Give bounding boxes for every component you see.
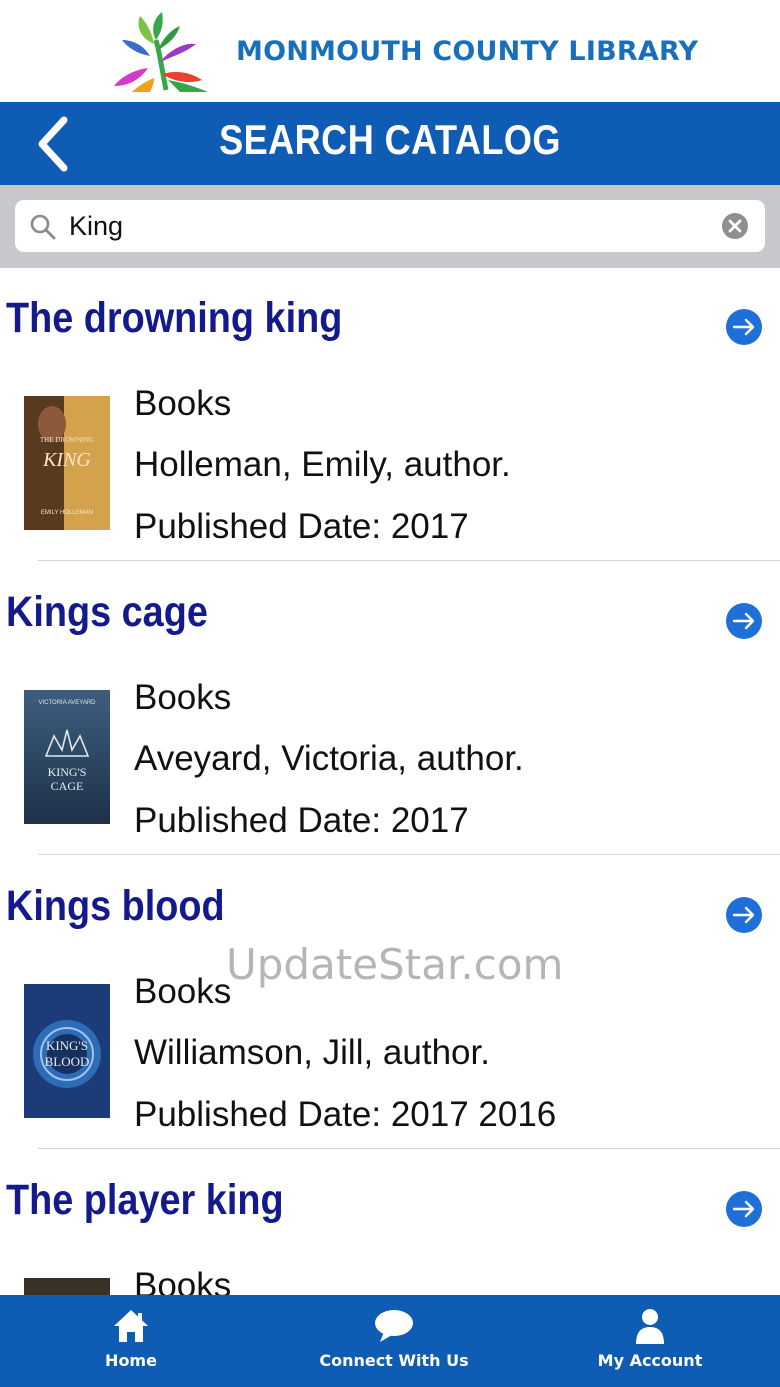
tab-account-label: My Account [597, 1351, 703, 1370]
result-format: Books [134, 384, 232, 423]
result-format: Books [134, 678, 232, 717]
library-name: MONMOUTH COUNTY LIBRARY [236, 36, 699, 67]
home-icon [114, 1310, 148, 1342]
book-cover-image: VICTORIA AVEYARD KING'S CAGE [24, 690, 110, 824]
results-list: The drowning king THE DROWNING KING EMIL… [0, 268, 780, 1295]
svg-text:BLOOD: BLOOD [45, 1054, 90, 1069]
svg-text:KING: KING [42, 449, 91, 471]
svg-text:CAGE: CAGE [51, 779, 84, 793]
svg-text:THE DROWNING: THE DROWNING [40, 436, 94, 444]
svg-text:EMILY HOLLEMAN: EMILY HOLLEMAN [41, 510, 93, 516]
tab-home[interactable]: Home [70, 1295, 192, 1387]
arrow-right-circle-icon[interactable] [725, 602, 763, 640]
result-author: Holleman, Emily, author. [134, 445, 511, 484]
result-format: Books [134, 972, 232, 1011]
tab-connect-label: Connect With Us [319, 1351, 469, 1370]
arrow-right-circle-icon[interactable] [725, 896, 763, 934]
result-format: Books [134, 1266, 232, 1295]
result-item[interactable]: The drowning king THE DROWNING KING EMIL… [0, 268, 780, 562]
book-cover-image: KING'S BLOOD [24, 984, 110, 1118]
page-title: SEARCH CATALOG [219, 116, 561, 163]
svg-text:KING'S: KING'S [48, 765, 87, 779]
arrow-right-circle-icon[interactable] [725, 1190, 763, 1228]
book-cover-image: THE DROWNING KING EMILY HOLLEMAN [24, 396, 110, 530]
result-published-date: Published Date: 2017 [134, 507, 469, 546]
result-item[interactable]: The player king Books [0, 1150, 780, 1295]
svg-text:KING'S: KING'S [46, 1038, 88, 1053]
title-bar: SEARCH CATALOG [0, 102, 780, 185]
result-published-date: Published Date: 2017 [134, 801, 469, 840]
search-input[interactable] [69, 206, 709, 246]
tab-account[interactable]: My Account [588, 1295, 712, 1387]
search-icon [30, 214, 56, 240]
search-bar [0, 185, 780, 268]
library-header: MONMOUTH COUNTY LIBRARY [0, 0, 780, 102]
bottom-tab-bar: Home Connect With Us My Account [0, 1295, 780, 1387]
result-item[interactable]: Kings blood KING'S BLOOD Books Williamso… [0, 856, 780, 1150]
clear-circle-icon[interactable] [721, 212, 749, 240]
book-cover-image [24, 1278, 110, 1295]
tab-home-label: Home [105, 1351, 157, 1370]
svg-text:VICTORIA AVEYARD: VICTORIA AVEYARD [38, 700, 96, 706]
divider [38, 560, 780, 561]
divider [38, 854, 780, 855]
result-title[interactable]: The drowning king [6, 294, 342, 343]
result-author: Williamson, Jill, author. [134, 1033, 490, 1072]
result-title[interactable]: The player king [6, 1176, 284, 1225]
result-published-date: Published Date: 2017 2016 [134, 1095, 557, 1134]
result-item[interactable]: Kings cage VICTORIA AVEYARD KING'S CAGE … [0, 562, 780, 856]
divider [38, 1148, 780, 1149]
result-author: Aveyard, Victoria, author. [134, 739, 524, 778]
search-box[interactable] [15, 200, 765, 252]
result-title[interactable]: Kings blood [6, 882, 225, 931]
arrow-right-circle-icon[interactable] [725, 308, 763, 346]
tab-connect[interactable]: Connect With Us [304, 1295, 484, 1387]
person-icon [636, 1309, 664, 1344]
result-title[interactable]: Kings cage [6, 588, 208, 637]
library-tree-logo [114, 12, 208, 92]
chat-bubble-icon [375, 1310, 413, 1342]
